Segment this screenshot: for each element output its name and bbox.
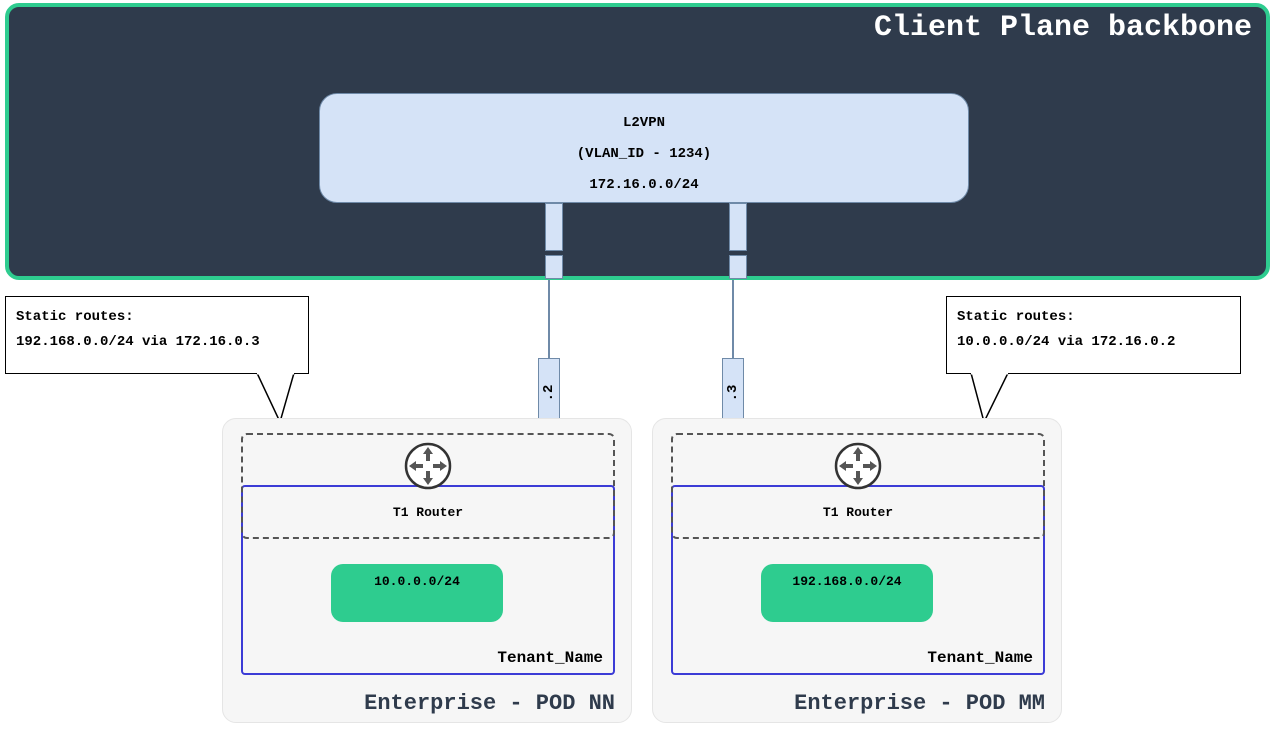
backbone-panel: Client Plane backbone L2VPN (VLAN_ID - 1… bbox=[5, 3, 1270, 280]
t1-label-right: T1 Router bbox=[673, 505, 1043, 520]
t1-router-box-right: T1 Router bbox=[671, 433, 1045, 539]
subnet-right: 192.168.0.0/24 bbox=[761, 564, 933, 622]
l2vpn-box: L2VPN (VLAN_ID - 1234) 172.16.0.0/24 bbox=[319, 93, 969, 203]
pod-right: Tenant_Name T1 Router 192.168.0.0/24 Ent… bbox=[652, 418, 1062, 723]
router-icon bbox=[403, 441, 453, 491]
tenant-label-right: Tenant_Name bbox=[927, 649, 1033, 667]
callout-left-route: 192.168.0.0/24 via 172.16.0.3 bbox=[16, 330, 298, 355]
l2vpn-port-left bbox=[545, 203, 563, 251]
t1-router-box-left: T1 Router bbox=[241, 433, 615, 539]
l2vpn-conn-right bbox=[729, 255, 747, 279]
l2vpn-conn-left bbox=[545, 255, 563, 279]
l2vpn-line3: 172.16.0.0/24 bbox=[320, 170, 968, 201]
link-ip-left: .2 bbox=[541, 385, 557, 402]
callout-left: Static routes: 192.168.0.0/24 via 172.16… bbox=[5, 296, 309, 374]
subnet-left: 10.0.0.0/24 bbox=[331, 564, 503, 622]
l2vpn-line2: (VLAN_ID - 1234) bbox=[320, 139, 968, 170]
callout-right-heading: Static routes: bbox=[957, 305, 1230, 330]
link-ip-right: .3 bbox=[725, 385, 741, 402]
l2vpn-port-right bbox=[729, 203, 747, 251]
callout-right-route: 10.0.0.0/24 via 172.16.0.2 bbox=[957, 330, 1230, 355]
l2vpn-line1: L2VPN bbox=[320, 108, 968, 139]
pod-title-left: Enterprise - POD NN bbox=[364, 691, 615, 716]
backbone-title: Client Plane backbone bbox=[874, 11, 1252, 45]
callout-left-heading: Static routes: bbox=[16, 305, 298, 330]
callout-right: Static routes: 10.0.0.0/24 via 172.16.0.… bbox=[946, 296, 1241, 374]
pod-title-right: Enterprise - POD MM bbox=[794, 691, 1045, 716]
router-icon bbox=[833, 441, 883, 491]
tenant-label-left: Tenant_Name bbox=[497, 649, 603, 667]
t1-label-left: T1 Router bbox=[243, 505, 613, 520]
pod-left: Tenant_Name T1 Router 10.0.0.0/24 Enterp… bbox=[222, 418, 632, 723]
